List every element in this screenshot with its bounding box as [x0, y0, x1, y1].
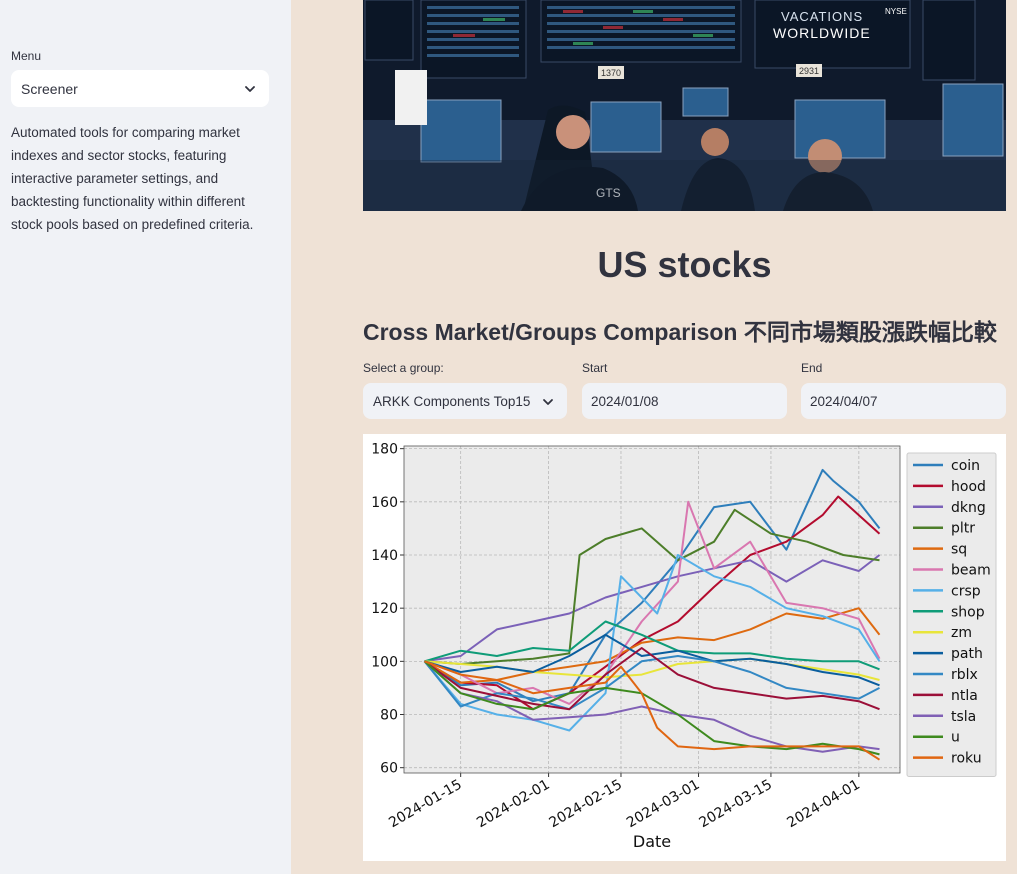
chevron-down-icon — [245, 86, 255, 92]
legend-label-u: u — [951, 730, 960, 746]
x-axis-title: Date — [633, 832, 671, 851]
y-tick-label: 100 — [371, 654, 398, 670]
legend-label-path: path — [951, 646, 983, 662]
legend-label-beam: beam — [951, 563, 991, 579]
main-content: VACATIONS WORLDWIDE NYSE 1370 2931 GTS U… — [291, 0, 1017, 874]
x-tick-label: 2024-04-01 — [784, 777, 862, 832]
menu-select-value: Screener — [21, 81, 78, 97]
x-tick-label: 2024-01-15 — [386, 777, 464, 832]
end-date-label: End — [801, 361, 823, 375]
legend-label-pltr: pltr — [951, 521, 975, 537]
group-select[interactable]: ARKK Components Top15 — [363, 383, 567, 419]
legend-label-roku: roku — [951, 751, 982, 767]
legend-label-crsp: crsp — [951, 583, 981, 599]
page-title: US stocks — [597, 244, 772, 285]
y-tick-label: 180 — [371, 442, 398, 458]
group-select-value: ARKK Components Top15 — [373, 394, 531, 409]
legend-label-ntla: ntla — [951, 688, 978, 704]
legend-label-tsla: tsla — [951, 709, 976, 725]
y-tick-label: 120 — [371, 601, 398, 617]
y-tick-label: 140 — [371, 548, 398, 564]
comparison-line-chart: 60801001201401601802024-01-15 2024-02-012… — [371, 442, 997, 851]
y-tick-label: 60 — [380, 761, 398, 777]
legend-label-rblx: rblx — [951, 667, 978, 683]
x-tick-label: 2024-03-01 — [624, 777, 702, 832]
legend-label-hood: hood — [951, 479, 986, 495]
sidebar: Menu Screener Automated tools for compar… — [0, 0, 291, 874]
hero-worldwide-text: WORLDWIDE — [773, 25, 871, 41]
chevron-down-icon — [543, 399, 553, 405]
group-select-label: Select a group: — [363, 361, 444, 375]
legend-label-coin: coin — [951, 458, 980, 474]
sidebar-description: Automated tools for comparing market ind… — [11, 125, 254, 232]
menu-select[interactable]: Screener — [11, 70, 269, 107]
x-tick-label: 2024-03-15 — [696, 777, 774, 832]
hero-image: VACATIONS WORLDWIDE NYSE 1370 2931 GTS — [363, 0, 1006, 211]
hero-vacations-text: VACATIONS — [781, 9, 863, 24]
end-date-input[interactable] — [801, 383, 1006, 419]
hero-post-number-2: 2931 — [799, 66, 819, 76]
y-tick-label: 80 — [380, 708, 398, 724]
legend-label-shop: shop — [951, 604, 985, 620]
start-date-input[interactable] — [582, 383, 787, 419]
start-date-label: Start — [582, 361, 608, 375]
legend-label-dkng: dkng — [951, 500, 986, 516]
legend-label-sq: sq — [951, 542, 967, 558]
section-title: Cross Market/Groups Comparison 不同市場類股漲跌幅… — [363, 319, 997, 345]
menu-label: Menu — [11, 49, 42, 63]
chart-card: 60 80 100 120 140 160 180 2024-01-15 2024-02-01 2… — [363, 434, 1006, 861]
x-tick-label: 2024-02-15 — [547, 777, 625, 832]
y-tick-label: 160 — [371, 495, 398, 511]
x-tick-label: 2024-02-01 — [474, 777, 552, 832]
hero-post-number-1: 1370 — [601, 68, 621, 78]
legend-label-zm: zm — [951, 625, 972, 641]
hero-nyse-text: NYSE — [885, 7, 907, 16]
